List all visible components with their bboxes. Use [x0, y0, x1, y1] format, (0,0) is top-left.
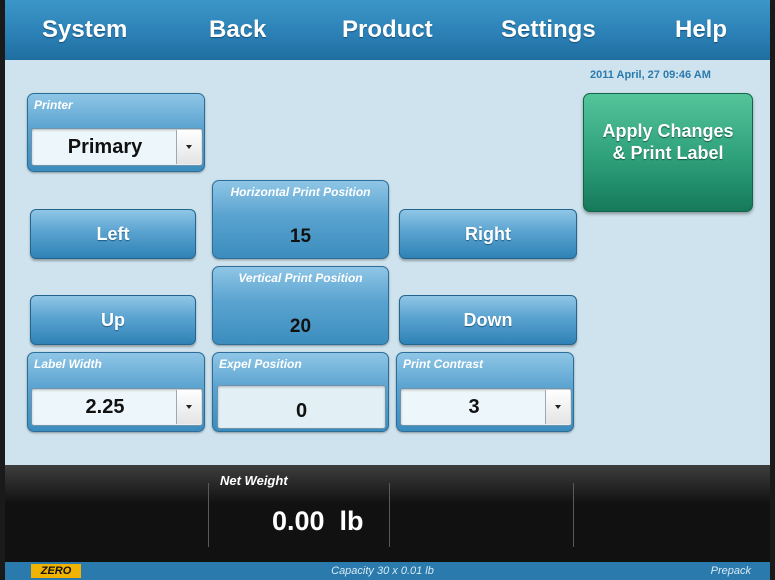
capacity-text: Capacity 30 x 0.01 lb — [331, 565, 434, 577]
print-contrast-value: 3 — [468, 395, 480, 418]
printer-label: Printer — [34, 98, 73, 112]
divider — [389, 483, 390, 547]
divider — [573, 483, 574, 547]
menu-back[interactable]: Back — [209, 16, 266, 44]
label-width-label: Label Width — [34, 357, 102, 371]
printer-panel: Printer Primary — [27, 93, 205, 172]
menu-help[interactable]: Help — [675, 16, 727, 44]
print-contrast-select[interactable]: 3 — [400, 388, 572, 426]
menu-system[interactable]: System — [42, 16, 127, 44]
right-button[interactable]: Right — [399, 209, 577, 259]
label-width-select[interactable]: 2.25 — [31, 388, 203, 426]
expel-position-label: Expel Position — [219, 357, 302, 371]
label-width-panel: Label Width 2.25 — [27, 352, 205, 432]
mode-text: Prepack — [710, 565, 751, 577]
print-contrast-panel: Print Contrast 3 — [396, 352, 574, 432]
apply-line-1: Apply Changes — [602, 121, 734, 141]
printer-value: Primary — [67, 135, 143, 158]
vertical-position-panel: Vertical Print Position 20 — [212, 266, 389, 345]
divider — [208, 483, 209, 547]
expel-position-field[interactable]: 0 — [217, 385, 386, 429]
horizontal-position-value: 15 — [289, 226, 312, 247]
label-width-value: 2.25 — [85, 395, 125, 418]
net-weight-value: 0.00 lb — [272, 506, 364, 536]
dropdown-arrow-icon[interactable] — [176, 130, 201, 164]
down-button[interactable]: Down — [399, 295, 577, 345]
weight-display — [5, 465, 770, 562]
dropdown-arrow-icon[interactable] — [176, 390, 201, 424]
expel-position-value: 0 — [295, 399, 308, 422]
vertical-position-label: Vertical Print Position — [238, 271, 363, 285]
expel-position-panel: Expel Position 0 — [212, 352, 389, 432]
print-contrast-label: Print Contrast — [403, 357, 484, 371]
left-button[interactable]: Left — [30, 209, 196, 259]
apply-print-button[interactable]: Apply Changes & Print Label — [583, 93, 753, 212]
horizontal-position-panel: Horizontal Print Position 15 — [212, 180, 389, 259]
menu-settings[interactable]: Settings — [501, 16, 596, 44]
dropdown-arrow-icon[interactable] — [545, 390, 570, 424]
apply-line-2: & Print Label — [612, 143, 724, 163]
printer-select[interactable]: Primary — [31, 128, 203, 166]
up-button[interactable]: Up — [30, 295, 196, 345]
vertical-position-value: 20 — [289, 316, 312, 337]
menu-product[interactable]: Product — [342, 16, 433, 44]
net-weight-label: Net Weight — [220, 473, 288, 488]
datetime: 2011 April, 27 09:46 AM — [590, 69, 711, 81]
horizontal-position-label: Horizontal Print Position — [230, 185, 371, 199]
